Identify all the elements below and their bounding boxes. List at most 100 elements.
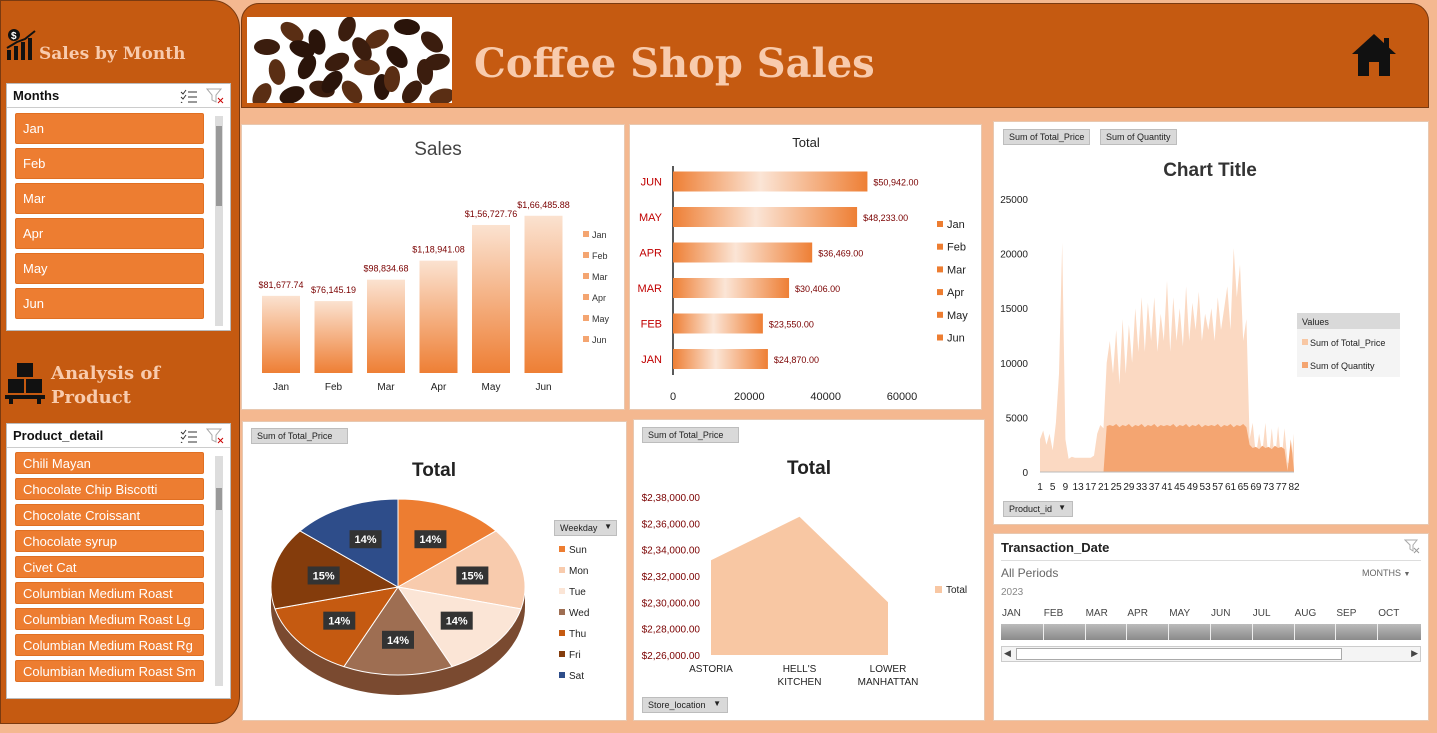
sidebar: $ Sales by Month Months Jan Feb Mar Apr May J…	[0, 0, 240, 724]
month-y-tick: JUN	[641, 177, 662, 189]
scroll-left-icon[interactable]: ◀	[1004, 648, 1011, 659]
products-scroll-thumb[interactable]	[216, 488, 222, 510]
x-tick: MANHATTAN	[858, 677, 919, 688]
timeline-month-label[interactable]: SEP	[1336, 608, 1356, 619]
timeline-month-divider	[1210, 624, 1211, 640]
timeline-unit-label: MONTHS	[1362, 568, 1401, 578]
timeline-unit-select[interactable]: MONTHS ▼	[1362, 568, 1410, 578]
timeline-scrollbar[interactable]: ◀ ▶	[1001, 646, 1421, 662]
timeline-month-divider	[1042, 624, 1044, 640]
legend-swatch	[583, 336, 589, 342]
multi-select-icon[interactable]	[180, 89, 198, 103]
product-slicer-item[interactable]: Columbian Medium Roast Sm	[15, 660, 204, 682]
scroll-right-icon[interactable]: ▶	[1411, 648, 1418, 659]
product-area-panel: Sum of Total_Price Sum of Quantity Chart…	[993, 121, 1429, 525]
multi-select-icon[interactable]	[180, 429, 198, 443]
sales-bar-chart: Sales $81,677.74 Jan $76,145.19 Feb $98,834.6…	[258, 139, 610, 393]
pie-data-label: 14%	[446, 616, 468, 628]
month-bar	[673, 349, 768, 369]
product-id-field-button[interactable]: Product_id ▼	[1003, 501, 1073, 517]
months-slicer: Months Jan Feb Mar Apr May Jun	[6, 83, 231, 331]
x-tick: 37	[1149, 482, 1161, 493]
product-slicer-item[interactable]: Chili Mayan	[15, 452, 204, 474]
y-tick: 15000	[1000, 304, 1028, 315]
legend-swatch	[935, 586, 942, 593]
product-section-title-1: Analysis of	[51, 363, 161, 384]
legend-label: Thu	[569, 629, 586, 640]
month-bar	[673, 313, 763, 334]
timeline-period-label: All Periods	[1001, 566, 1059, 580]
timeline-month-label[interactable]: AUG	[1295, 608, 1317, 619]
clear-filter-icon[interactable]	[206, 428, 224, 444]
x-tick: 33	[1136, 482, 1148, 493]
timeline-month-label[interactable]: JAN	[1002, 608, 1021, 619]
store-area	[711, 516, 888, 655]
legend-label: Mar	[947, 264, 966, 276]
clear-filter-icon[interactable]	[1404, 539, 1420, 555]
timeline-month-label[interactable]: FEB	[1044, 608, 1063, 619]
monthly-total-panel: Total JAN $24,870.00 FEB $23,550.00 MAR $30,40…	[629, 124, 982, 410]
coffee-bean	[254, 39, 280, 55]
timeline-month-divider	[1377, 624, 1379, 640]
x-tick: 73	[1263, 482, 1275, 493]
timeline-month-label[interactable]: MAY	[1169, 608, 1190, 619]
legend-label: Sum of Total_Price	[1310, 338, 1385, 348]
weekday-field-button[interactable]: Weekday ▼	[554, 520, 617, 536]
pie-data-label: 14%	[355, 534, 377, 546]
products-scrollbar[interactable]	[215, 456, 223, 686]
x-tick: 29	[1123, 482, 1135, 493]
product-slicer-item[interactable]: Columbian Medium Roast	[15, 582, 204, 604]
store-location-field-label: Store_location	[648, 700, 706, 710]
x-tick: 49	[1187, 482, 1199, 493]
legend-label: May	[592, 314, 610, 324]
legend-label: Apr	[947, 287, 964, 299]
store-location-field-button[interactable]: Store_location ▼	[642, 697, 728, 713]
sales-bar	[472, 224, 510, 373]
x-tick: 82	[1288, 482, 1300, 493]
timeline-month-label[interactable]: JUL	[1253, 608, 1271, 619]
month-slicer-item[interactable]: May	[15, 253, 204, 284]
legend-label: Sun	[569, 545, 587, 556]
legend-swatch	[583, 315, 589, 321]
sales-bar	[367, 279, 405, 373]
product-slicer-item[interactable]: Chocolate Croissant	[15, 504, 204, 526]
product-slicer-item[interactable]: Civet Cat	[15, 556, 204, 578]
timeline-period-bar[interactable]	[1001, 624, 1421, 640]
transaction-date-timeline: Transaction_Date All Periods MONTHS ▼ 20…	[993, 533, 1429, 721]
sales-chart-icon: $	[6, 29, 36, 60]
sales-x-tick: Mar	[377, 382, 395, 393]
month-slicer-item[interactable]: Feb	[15, 148, 204, 179]
timeline-month-label[interactable]: JUN	[1211, 608, 1230, 619]
timeline-month-label[interactable]: OCT	[1378, 608, 1399, 619]
months-scroll-thumb[interactable]	[216, 126, 222, 206]
legend-swatch	[583, 252, 589, 258]
home-icon[interactable]	[1350, 32, 1398, 78]
chart-title: Chart Title	[1163, 160, 1257, 181]
x-tick: 25	[1111, 482, 1123, 493]
product-slicer-item[interactable]: Chocolate Chip Biscotti	[15, 478, 204, 500]
product-slicer-title: Product_detail	[13, 428, 104, 443]
product-slicer-item[interactable]: Columbian Medium Roast Rg	[15, 634, 204, 656]
y-tick: 0	[1022, 468, 1028, 479]
product-slicer-item[interactable]: Columbian Medium Roast Lg	[15, 608, 204, 630]
timeline-month-divider	[1126, 624, 1128, 640]
month-slicer-item[interactable]: Apr	[15, 218, 204, 249]
months-slicer-title: Months	[13, 88, 60, 103]
product-slicer-item[interactable]: Chocolate syrup	[15, 530, 204, 552]
sales-bar	[419, 260, 458, 373]
legend-swatch	[559, 546, 565, 552]
timeline-scroll-thumb[interactable]	[1016, 648, 1342, 660]
x-tick: 60000	[887, 391, 918, 403]
product-area-chart: Chart Title05000100001500020000250001 5 9 1…	[1000, 160, 1400, 493]
month-slicer-item[interactable]: Mar	[15, 183, 204, 214]
sales-data-label: $1,18,941.08	[412, 245, 465, 255]
legend-swatch	[937, 221, 943, 227]
sales-data-label: $98,834.68	[363, 264, 408, 274]
timeline-month-label[interactable]: MAR	[1086, 608, 1108, 619]
legend-label: Jan	[947, 219, 965, 231]
month-slicer-item[interactable]: Jan	[15, 113, 204, 144]
timeline-month-label[interactable]: APR	[1127, 608, 1148, 619]
clear-filter-icon[interactable]	[206, 88, 224, 104]
month-slicer-item[interactable]: Jun	[15, 288, 204, 319]
months-scrollbar[interactable]	[215, 116, 223, 326]
